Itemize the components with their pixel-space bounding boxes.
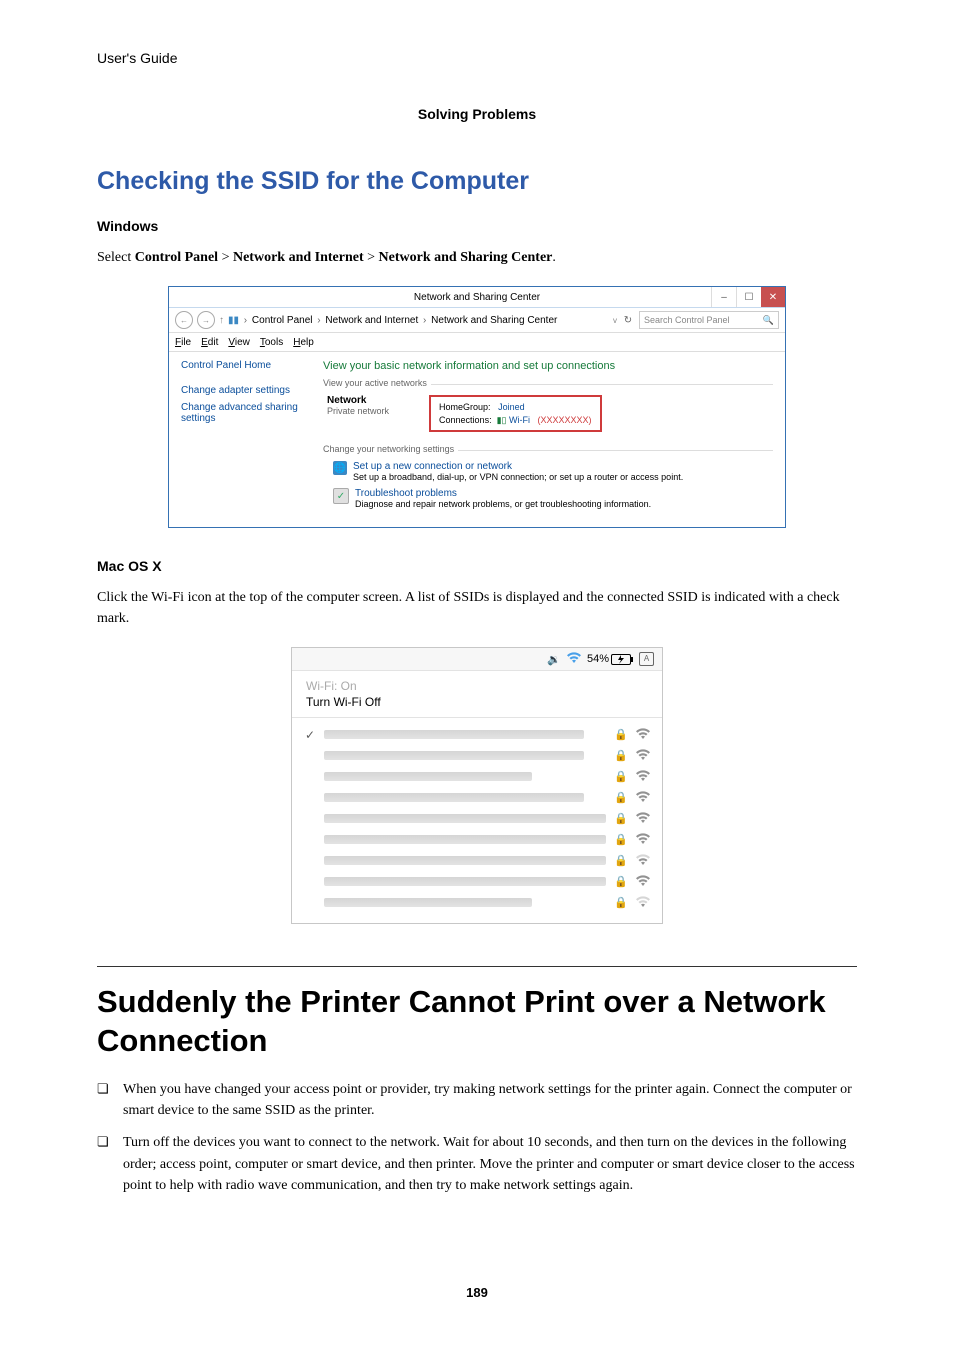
lock-icon: 🔒 (614, 728, 628, 741)
windows-screenshot: Network and Sharing Center – ☐ ✕ ← → ↑ ▮… (168, 286, 786, 528)
mac-screenshot: 🔉 54% A Wi-Fi: On Turn Wi-Fi Off ✓ 🔒 (291, 647, 663, 924)
list-item[interactable]: 🔒 (304, 892, 650, 913)
breadcrumb[interactable]: ▮▮ › Control Panel › Network and Interne… (228, 315, 609, 326)
page-number: 189 (0, 1285, 954, 1300)
nav-forward-icon[interactable]: → (197, 311, 215, 329)
window-titlebar: Network and Sharing Center – ☐ ✕ (169, 287, 785, 308)
checkmark-icon: ✓ (304, 728, 316, 742)
menu-edit[interactable]: Edit (201, 337, 218, 348)
menu-view[interactable]: View (228, 337, 250, 348)
network-name: Network (327, 395, 389, 406)
fieldset-change-settings: Change your networking settings (323, 444, 458, 454)
fieldset-active-networks: View your active networks (323, 378, 431, 388)
lock-icon: 🔒 (614, 749, 628, 762)
wifi-toggle-button[interactable]: Turn Wi-Fi Off (306, 695, 648, 709)
window-sidebar: Control Panel Home Change adapter settin… (169, 352, 317, 527)
control-panel-home-link[interactable]: Control Panel Home (181, 360, 309, 371)
mac-menubar: 🔉 54% A (292, 648, 662, 671)
header-section-title: Solving Problems (97, 106, 857, 122)
lock-icon: 🔒 (614, 833, 628, 846)
window-close-button[interactable]: ✕ (761, 287, 785, 307)
search-input[interactable]: Search Control Panel 🔍 (639, 311, 779, 329)
lock-icon: 🔒 (614, 770, 628, 783)
search-icon: 🔍 (763, 315, 774, 326)
troubleshoot-icon: ✓ (333, 488, 349, 504)
homegroup-link[interactable]: Joined (498, 402, 525, 412)
lock-icon: 🔒 (614, 854, 628, 867)
heading-cannot-print: Suddenly the Printer Cannot Print over a… (97, 966, 857, 1061)
change-adapter-link[interactable]: Change adapter settings (181, 385, 309, 396)
window-content: View your basic network information and … (317, 352, 785, 527)
network-type: Private network (327, 406, 389, 416)
list-item[interactable]: 🔒 (304, 766, 650, 787)
wifi-strength-icon (636, 728, 650, 742)
list-item: Turn off the devices you want to connect… (97, 1132, 857, 1197)
wifi-strength-icon (636, 854, 650, 868)
lock-icon: 🔒 (614, 812, 628, 825)
connection-info-highlight: HomeGroup: Joined Connections: ▮▯ Wi-Fi … (429, 395, 602, 432)
list-item[interactable]: 🔒 (304, 808, 650, 829)
list-item[interactable]: 🔒 (304, 829, 650, 850)
wifi-menubar-icon[interactable] (567, 652, 581, 666)
heading-checking-ssid: Checking the SSID for the Computer (97, 167, 857, 196)
menu-tools[interactable]: Tools (260, 337, 283, 348)
troubleshoot-link[interactable]: Troubleshoot problems (355, 488, 651, 499)
battery-indicator[interactable]: 54% (587, 653, 633, 665)
nav-back-icon[interactable]: ← (175, 311, 193, 329)
wifi-strength-icon (636, 749, 650, 763)
wifi-strength-icon (636, 791, 650, 805)
list-item[interactable]: ✓ 🔒 (304, 724, 650, 745)
windows-instruction: Select Control Panel > Network and Inter… (97, 248, 857, 268)
macosx-instruction: Click the Wi-Fi icon at the top of the c… (97, 588, 857, 629)
list-item[interactable]: 🔒 (304, 787, 650, 808)
window-minimize-button[interactable]: – (711, 287, 736, 307)
window-maximize-button[interactable]: ☐ (736, 287, 761, 307)
ssid-value: (XXXXXXXX) (538, 415, 592, 425)
windows-label: Windows (97, 218, 857, 234)
troubleshoot-bullet-list: When you have changed your access point … (97, 1079, 857, 1197)
change-sharing-link[interactable]: Change advanced sharing settings (181, 402, 309, 424)
input-source-icon[interactable]: A (639, 652, 654, 666)
wifi-connection-link[interactable]: Wi-Fi (509, 415, 530, 425)
wifi-strength-icon (636, 833, 650, 847)
wifi-status: Wi-Fi: On (306, 679, 648, 693)
wifi-ssid-list: ✓ 🔒 🔒 🔒 🔒 (292, 718, 662, 923)
new-connection-desc: Set up a broadband, dial-up, or VPN conn… (353, 472, 683, 482)
lock-icon: 🔒 (614, 791, 628, 804)
list-item[interactable]: 🔒 (304, 745, 650, 766)
wifi-strength-icon (636, 812, 650, 826)
menu-help[interactable]: Help (293, 337, 314, 348)
list-item[interactable]: 🔒 (304, 871, 650, 892)
header-guide: User's Guide (97, 50, 857, 66)
wifi-signal-icon: ▮▯ (497, 415, 507, 425)
macosx-label: Mac OS X (97, 558, 857, 574)
new-connection-link[interactable]: Set up a new connection or network (353, 461, 683, 472)
volume-icon[interactable]: 🔉 (547, 653, 561, 666)
new-connection-icon: 🌐 (333, 461, 347, 475)
lock-icon: 🔒 (614, 896, 628, 909)
menu-file[interactable]: File (175, 337, 191, 348)
wifi-strength-icon (636, 875, 650, 889)
refresh-icon[interactable]: ↻ (621, 315, 635, 326)
content-title: View your basic network information and … (323, 360, 773, 372)
list-item[interactable]: 🔒 (304, 850, 650, 871)
troubleshoot-desc: Diagnose and repair network problems, or… (355, 499, 651, 509)
nav-up-icon[interactable]: ↑ (219, 315, 224, 326)
lock-icon: 🔒 (614, 875, 628, 888)
window-title: Network and Sharing Center (414, 292, 540, 303)
window-menubar[interactable]: File Edit View Tools Help (169, 333, 785, 352)
wifi-strength-icon (636, 770, 650, 784)
wifi-strength-icon (636, 896, 650, 910)
list-item: When you have changed your access point … (97, 1079, 857, 1122)
